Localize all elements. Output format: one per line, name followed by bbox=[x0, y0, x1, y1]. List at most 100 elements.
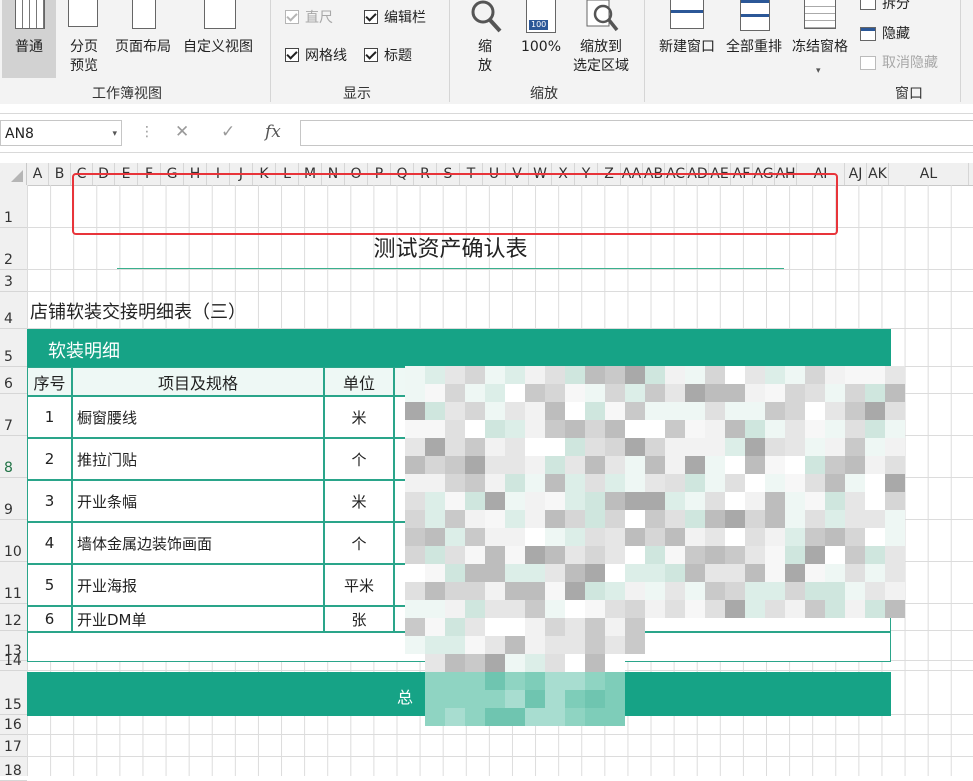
hide-button[interactable]: 隐藏 bbox=[860, 24, 910, 44]
ribbon: 普通 分页 预览 页面布局 自定义视图 工作簿视图 直尺 编辑栏 网格线 标题 … bbox=[0, 0, 973, 104]
row-header-16[interactable]: 16 bbox=[0, 715, 27, 735]
row-header-11[interactable]: 11 bbox=[0, 562, 27, 604]
row-header-14[interactable]: 14 bbox=[0, 653, 27, 671]
column-header-ak[interactable]: AK bbox=[867, 163, 889, 185]
table-cell-no[interactable]: 5 bbox=[27, 564, 72, 606]
hide-label: 隐藏 bbox=[882, 25, 910, 42]
sheet-subtitle: 店铺软装交接明细表（三） bbox=[30, 302, 246, 323]
table-cell-no[interactable]: 1 bbox=[27, 396, 72, 438]
new-window-button[interactable]: 新建窗口 bbox=[654, 0, 720, 60]
zoom-100-icon: 100 bbox=[526, 0, 556, 33]
arrange-all-icon bbox=[740, 0, 770, 31]
freeze-panes-label: 冻结窗格 bbox=[792, 39, 848, 55]
enter-icon[interactable]: ✓ bbox=[221, 122, 235, 142]
zoom-group-label: 缩放 bbox=[530, 86, 558, 102]
table-cell-item[interactable]: 墙体金属边装饰画面 bbox=[72, 522, 324, 564]
row-header-12[interactable]: 12 bbox=[0, 604, 27, 631]
table-cell-no[interactable]: 6 bbox=[27, 606, 72, 632]
zoom-100-badge: 100 bbox=[529, 20, 549, 30]
row-header-15[interactable]: 15 bbox=[0, 671, 27, 715]
insert-function-icon[interactable]: fx bbox=[265, 122, 281, 142]
zoom-100-button[interactable]: 100 100% bbox=[516, 0, 566, 60]
table-header-cell[interactable]: 单位 bbox=[324, 367, 394, 396]
workbook-views-group-label: 工作簿视图 bbox=[92, 86, 162, 102]
page-break-label-1: 分页 bbox=[70, 39, 98, 55]
split-button[interactable]: 拆分 bbox=[860, 0, 910, 14]
table-cell-no[interactable]: 4 bbox=[27, 522, 72, 564]
page-break-preview-button[interactable]: 分页 预览 bbox=[60, 0, 108, 78]
zoom-selection-icon bbox=[586, 0, 619, 32]
row-header-3[interactable]: 3 bbox=[0, 270, 27, 292]
table-cell-unit[interactable]: 张 bbox=[324, 606, 394, 632]
row-headers: 1 2 3 4 5 6 7 8 9 10 11 12 13 14 15 16 17 18 bbox=[0, 185, 28, 781]
formula-input[interactable] bbox=[300, 120, 973, 146]
table-cell-unit[interactable]: 米 bbox=[324, 396, 394, 438]
ruler-check-icon bbox=[285, 10, 299, 24]
show-group-label: 显示 bbox=[343, 86, 371, 102]
row-header-5[interactable]: 5 bbox=[0, 329, 27, 367]
window-group-label: 窗口 bbox=[895, 86, 923, 102]
row-header-18[interactable]: 18 bbox=[0, 757, 27, 781]
table-cell-no[interactable]: 2 bbox=[27, 438, 72, 480]
cancel-icon[interactable]: ✕ bbox=[175, 122, 189, 142]
new-window-label: 新建窗口 bbox=[659, 39, 715, 55]
ruler-checkbox[interactable]: 直尺 bbox=[285, 7, 333, 27]
table-cell-unit[interactable]: 平米 bbox=[324, 564, 394, 606]
ruler-label: 直尺 bbox=[305, 10, 333, 26]
row-header-9[interactable]: 9 bbox=[0, 478, 27, 520]
zoom-label-2: 放 bbox=[478, 58, 492, 74]
row-header-17[interactable]: 17 bbox=[0, 735, 27, 757]
gridlines-check-icon bbox=[285, 48, 299, 62]
table-cell-unit[interactable]: 个 bbox=[324, 438, 394, 480]
redaction-mosaic bbox=[405, 366, 905, 726]
select-all-corner[interactable] bbox=[0, 163, 27, 185]
normal-view-button[interactable]: 普通 bbox=[2, 0, 56, 78]
column-header-b[interactable]: B bbox=[49, 163, 71, 185]
row-header-2[interactable]: 2 bbox=[0, 228, 27, 270]
page-layout-label: 页面布局 bbox=[115, 39, 171, 55]
section-header-band: 软装明细 bbox=[27, 329, 891, 367]
table-cell-item[interactable]: 推拉门贴 bbox=[72, 438, 324, 480]
page-layout-button[interactable]: 页面布局 bbox=[112, 0, 174, 78]
unhide-button[interactable]: 取消隐藏 bbox=[860, 53, 938, 73]
row-header-1[interactable]: 1 bbox=[0, 185, 27, 228]
unhide-icon bbox=[860, 56, 876, 70]
name-box[interactable]: AN8 ▾ bbox=[0, 120, 122, 146]
formula-bar: AN8 ▾ ⋮ ✕ ✓ fx bbox=[0, 113, 973, 153]
freeze-panes-button[interactable]: 冻结窗格 ▾ bbox=[788, 0, 852, 78]
table-cell-unit[interactable]: 个 bbox=[324, 522, 394, 564]
column-header-aj[interactable]: AJ bbox=[845, 163, 867, 185]
table-header-cell[interactable]: 项目及规格 bbox=[72, 367, 324, 396]
row-header-8[interactable]: 8 bbox=[0, 436, 27, 478]
freeze-panes-icon bbox=[804, 0, 836, 29]
chevron-down-icon: ▾ bbox=[816, 66, 821, 76]
column-header-a[interactable]: A bbox=[27, 163, 49, 185]
formula-bar-checkbox[interactable]: 编辑栏 bbox=[364, 7, 426, 27]
row-header-4[interactable]: 4 bbox=[0, 292, 27, 329]
table-cell-item[interactable]: 橱窗腰线 bbox=[72, 396, 324, 438]
table-header-cell[interactable]: 序号 bbox=[27, 367, 72, 396]
custom-views-button[interactable]: 自定义视图 bbox=[178, 0, 258, 78]
split-icon bbox=[860, 0, 876, 10]
table-cell-no[interactable]: 3 bbox=[27, 480, 72, 522]
gridlines-checkbox[interactable]: 网格线 bbox=[285, 45, 347, 65]
column-header-al[interactable]: AL bbox=[889, 163, 969, 185]
table-cell-unit[interactable]: 米 bbox=[324, 480, 394, 522]
row-header-7[interactable]: 7 bbox=[0, 394, 27, 436]
formula-bar-label: 编辑栏 bbox=[384, 10, 426, 26]
table-cell-item[interactable]: 开业海报 bbox=[72, 564, 324, 606]
chevron-down-icon[interactable]: ▾ bbox=[112, 121, 117, 147]
zoom-to-selection-button[interactable]: 缩放到 选定区域 bbox=[568, 0, 634, 78]
split-label: 拆分 bbox=[882, 0, 910, 12]
zoom-button[interactable]: 缩 放 bbox=[462, 0, 508, 78]
arrange-all-button[interactable]: 全部重排 bbox=[722, 0, 786, 60]
row-header-10[interactable]: 10 bbox=[0, 520, 27, 562]
zoom-selection-label-1: 缩放到 bbox=[580, 39, 622, 55]
headings-check-icon bbox=[364, 48, 378, 62]
headings-checkbox[interactable]: 标题 bbox=[364, 45, 412, 65]
magnifier-icon bbox=[471, 0, 502, 33]
row-header-6[interactable]: 6 bbox=[0, 367, 27, 394]
table-cell-item[interactable]: 开业条幅 bbox=[72, 480, 324, 522]
table-cell-item[interactable]: 开业DM单 bbox=[72, 606, 324, 632]
zoom-label-1: 缩 bbox=[478, 39, 492, 55]
